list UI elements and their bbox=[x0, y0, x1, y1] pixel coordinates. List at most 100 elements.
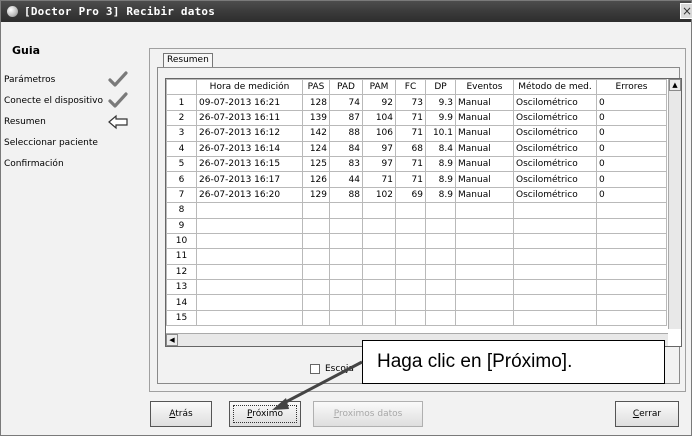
table-cell: Oscilométrico bbox=[513, 109, 597, 127]
table-cell bbox=[596, 232, 667, 250]
table-cell: 8.4 bbox=[425, 140, 456, 157]
table-cell bbox=[425, 309, 456, 327]
table-cell: 8.9 bbox=[425, 186, 456, 204]
table-cell bbox=[302, 232, 330, 250]
close-button[interactable]: Cerrar bbox=[615, 401, 679, 427]
table-cell: 88 bbox=[329, 125, 363, 142]
table-cell bbox=[196, 232, 303, 250]
table-row[interactable]: 8 bbox=[166, 202, 667, 219]
row-number: 4 bbox=[166, 140, 197, 157]
table-row[interactable]: 14 bbox=[166, 294, 667, 311]
table-row[interactable]: 13 bbox=[166, 279, 667, 296]
select-checkbox-row[interactable]: Escoja bbox=[310, 364, 354, 374]
table-cell: 124 bbox=[302, 140, 330, 157]
table-cell bbox=[596, 309, 667, 327]
table-cell bbox=[362, 202, 396, 219]
table-cell bbox=[513, 232, 597, 250]
column-header[interactable]: Hora de medición bbox=[196, 79, 303, 96]
column-header[interactable]: PAM bbox=[362, 79, 396, 96]
guide-step-seleccionar: Seleccionar paciente bbox=[4, 133, 134, 154]
table-cell: 8.9 bbox=[425, 171, 456, 188]
row-number: 6 bbox=[166, 171, 197, 188]
select-checkbox-label: Escoja bbox=[325, 364, 354, 374]
table-row[interactable]: 11 bbox=[166, 248, 667, 265]
next-button[interactable]: Próximo bbox=[229, 401, 301, 427]
guide-step-parametros: Parámetros bbox=[4, 70, 134, 91]
arrow-left-icon bbox=[108, 114, 128, 130]
table-cell bbox=[362, 263, 396, 281]
table-cell bbox=[513, 248, 597, 265]
column-header[interactable]: FC bbox=[395, 79, 426, 96]
table-cell: 84 bbox=[329, 140, 363, 157]
title-bar[interactable]: [Doctor Pro 3] Recibir datos × bbox=[1, 1, 692, 22]
table-row[interactable]: 2 26-07-2013 16:11 139 87 104 71 9.9 Manual Osci… bbox=[166, 109, 667, 127]
table-cell: 71 bbox=[395, 125, 426, 142]
next-data-button[interactable]: Proximos datos bbox=[313, 401, 423, 427]
instruction-callout: Haga clic en [Próximo]. bbox=[362, 340, 665, 384]
table-cell bbox=[302, 263, 330, 281]
table-cell: 10.1 bbox=[425, 125, 456, 142]
table-row[interactable]: 3 26-07-2013 16:12 142 88 106 71 10.1 Manual Osc… bbox=[166, 125, 667, 142]
table-row[interactable]: 9 bbox=[166, 217, 667, 234]
table-cell bbox=[362, 248, 396, 265]
table-cell: 26-07-2013 16:14 bbox=[196, 140, 303, 157]
table-cell bbox=[596, 279, 667, 296]
close-window-button[interactable]: × bbox=[680, 3, 692, 19]
column-header[interactable]: Eventos bbox=[455, 79, 514, 96]
table-row[interactable]: 1 09-07-2013 16:21 128 74 92 73 9.3 Manual Oscil… bbox=[166, 94, 667, 111]
guide-step-label: Seleccionar paciente bbox=[4, 138, 98, 148]
table-cell: 0 bbox=[596, 125, 667, 142]
table-row[interactable]: 7 26-07-2013 16:20 129 88 102 69 8.9 Manual Osci… bbox=[166, 186, 667, 204]
column-header[interactable]: Errores bbox=[596, 79, 667, 96]
measurements-grid[interactable]: Hora de medición PAS PAD PAM FC DP Event… bbox=[165, 78, 682, 347]
table-cell: 26-07-2013 16:11 bbox=[196, 109, 303, 127]
table-row[interactable]: 15 bbox=[166, 309, 667, 327]
next-accel: P bbox=[246, 409, 253, 419]
table-cell bbox=[329, 279, 363, 296]
column-header[interactable]: Método de med. bbox=[513, 79, 597, 96]
guide-panel: Guia Parámetros Conecte el dispositivo R… bbox=[4, 44, 134, 175]
row-number: 13 bbox=[166, 279, 197, 296]
table-cell bbox=[329, 248, 363, 265]
column-header[interactable] bbox=[166, 79, 197, 96]
column-header[interactable]: DP bbox=[425, 79, 456, 96]
table-cell: 0 bbox=[596, 94, 667, 111]
table-cell: 106 bbox=[362, 125, 396, 142]
select-checkbox[interactable] bbox=[310, 364, 320, 374]
table-cell bbox=[425, 202, 456, 219]
row-number: 11 bbox=[166, 248, 197, 265]
tab-resumen[interactable]: Resumen bbox=[163, 53, 213, 68]
column-header[interactable]: PAS bbox=[302, 79, 330, 96]
table-cell: 26-07-2013 16:12 bbox=[196, 125, 303, 142]
table-cell: 88 bbox=[329, 186, 363, 204]
row-number: 8 bbox=[166, 202, 197, 219]
column-header[interactable]: PAD bbox=[329, 79, 363, 96]
table-cell bbox=[362, 279, 396, 296]
table-cell bbox=[455, 294, 514, 311]
table-cell: Oscilométrico bbox=[513, 140, 597, 157]
table-row[interactable]: 4 26-07-2013 16:14 124 84 97 68 8.4 Manual Oscil… bbox=[166, 140, 667, 157]
table-cell bbox=[329, 232, 363, 250]
table-row[interactable]: 10 bbox=[166, 232, 667, 250]
scroll-left-icon[interactable]: ◀ bbox=[166, 334, 178, 346]
guide-step-label: Parámetros bbox=[4, 75, 56, 85]
vertical-scrollbar[interactable]: ▲ bbox=[668, 79, 681, 329]
guide-step-label: Confirmación bbox=[4, 159, 64, 169]
table-cell: 0 bbox=[596, 140, 667, 157]
row-number: 9 bbox=[166, 217, 197, 234]
table-cell: Manual bbox=[455, 186, 514, 204]
table-cell: 102 bbox=[362, 186, 396, 204]
scroll-up-icon[interactable]: ▲ bbox=[669, 79, 681, 91]
table-row[interactable]: 12 bbox=[166, 263, 667, 281]
table-cell bbox=[455, 232, 514, 250]
window-title: [Doctor Pro 3] Recibir datos bbox=[24, 5, 216, 18]
table-cell bbox=[395, 217, 426, 234]
row-number: 1 bbox=[166, 94, 197, 111]
back-button[interactable]: Atrás bbox=[150, 401, 212, 427]
table-cell: Oscilométrico bbox=[513, 171, 597, 188]
guide-step-resumen: Resumen bbox=[4, 112, 134, 133]
table-cell: Manual bbox=[455, 94, 514, 111]
table-row[interactable]: 5 26-07-2013 16:15 125 83 97 71 8.9 Manual Oscil… bbox=[166, 155, 667, 173]
table-row[interactable]: 6 26-07-2013 16:17 126 44 71 71 8.9 Manual Oscil… bbox=[166, 171, 667, 188]
guide-step-label: Resumen bbox=[4, 117, 46, 127]
